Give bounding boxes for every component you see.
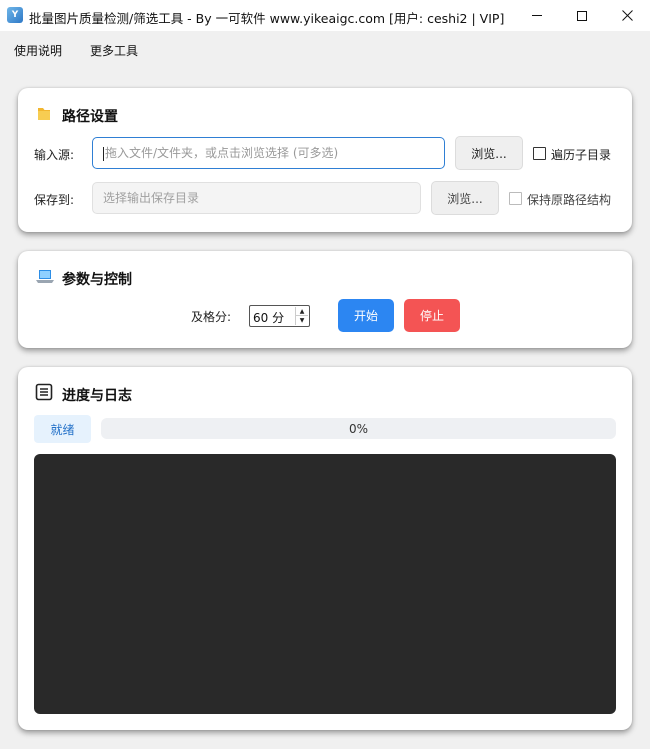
start-button[interactable]: 开始 xyxy=(338,299,394,332)
menu-item-more-tools[interactable]: 更多工具 xyxy=(90,42,138,59)
app-window: Y 批量图片质量检测/筛选工具 - By 一可软件 www.yikeaigc.c… xyxy=(0,0,650,749)
pass-score-label: 及格分: xyxy=(191,310,232,324)
menu-bar: 使用说明 更多工具 xyxy=(0,31,650,65)
caret-down-icon: ▼ xyxy=(299,317,305,324)
progress-bar: 0% xyxy=(101,418,616,439)
pass-score-spinbox[interactable]: 60 分 ▲ ▼ xyxy=(249,305,310,327)
progress-log-card: 进度与日志 就绪 0% xyxy=(18,367,632,730)
output-dir-field[interactable]: 选择输出保存目录 xyxy=(92,182,421,214)
progress-log-title: 进度与日志 xyxy=(62,388,132,404)
maximize-icon xyxy=(577,10,587,21)
close-icon xyxy=(621,10,633,21)
stop-button[interactable]: 停止 xyxy=(404,299,460,332)
text-caret xyxy=(103,146,104,161)
list-icon xyxy=(35,383,53,401)
output-dir-label: 保存到: xyxy=(34,193,75,207)
input-source-placeholder: 拖入文件/文件夹，或点击浏览选择 (可多选) xyxy=(105,146,339,160)
minimize-button[interactable] xyxy=(514,0,560,31)
progress-text: 0% xyxy=(348,421,369,436)
maximize-button[interactable] xyxy=(559,0,605,31)
keep-structure-checkbox[interactable] xyxy=(509,192,522,205)
recurse-subdirs-label: 遍历子目录 xyxy=(551,148,612,162)
folder-icon xyxy=(38,108,50,120)
spin-arrows: ▲ ▼ xyxy=(295,307,308,325)
browse-output-button[interactable]: 浏览... xyxy=(431,181,499,215)
title-bar: Y 批量图片质量检测/筛选工具 - By 一可软件 www.yikeaigc.c… xyxy=(0,0,650,31)
app-logo-icon: Y xyxy=(7,7,23,23)
params-control-card: 参数与控制 及格分: 60 分 ▲ ▼ 开始 停止 xyxy=(18,251,632,348)
path-settings-card: 路径设置 输入源: 拖入文件/文件夹，或点击浏览选择 (可多选) 浏览... 遍… xyxy=(18,88,632,232)
path-settings-title: 路径设置 xyxy=(62,109,118,125)
spin-down-button[interactable]: ▼ xyxy=(296,316,308,325)
recurse-subdirs-checkbox[interactable] xyxy=(533,147,546,160)
keep-structure-label: 保持原路径结构 xyxy=(527,193,612,207)
browse-input-button[interactable]: 浏览... xyxy=(455,136,523,170)
laptop-icon xyxy=(36,270,54,283)
input-source-field[interactable]: 拖入文件/文件夹，或点击浏览选择 (可多选) xyxy=(92,137,445,169)
minimize-icon xyxy=(532,15,542,16)
status-badge: 就绪 xyxy=(34,415,91,443)
menu-item-help[interactable]: 使用说明 xyxy=(14,42,62,59)
input-source-label: 输入源: xyxy=(34,148,75,162)
window-title: 批量图片质量检测/筛选工具 - By 一可软件 www.yikeaigc.com… xyxy=(29,11,505,26)
spin-up-button[interactable]: ▲ xyxy=(296,307,308,316)
params-control-title: 参数与控制 xyxy=(62,272,132,288)
caret-up-icon: ▲ xyxy=(299,307,305,315)
log-output-area[interactable] xyxy=(34,454,616,714)
close-button[interactable] xyxy=(604,0,650,31)
output-dir-placeholder: 选择输出保存目录 xyxy=(103,191,200,205)
pass-score-value: 60 分 xyxy=(253,311,285,325)
